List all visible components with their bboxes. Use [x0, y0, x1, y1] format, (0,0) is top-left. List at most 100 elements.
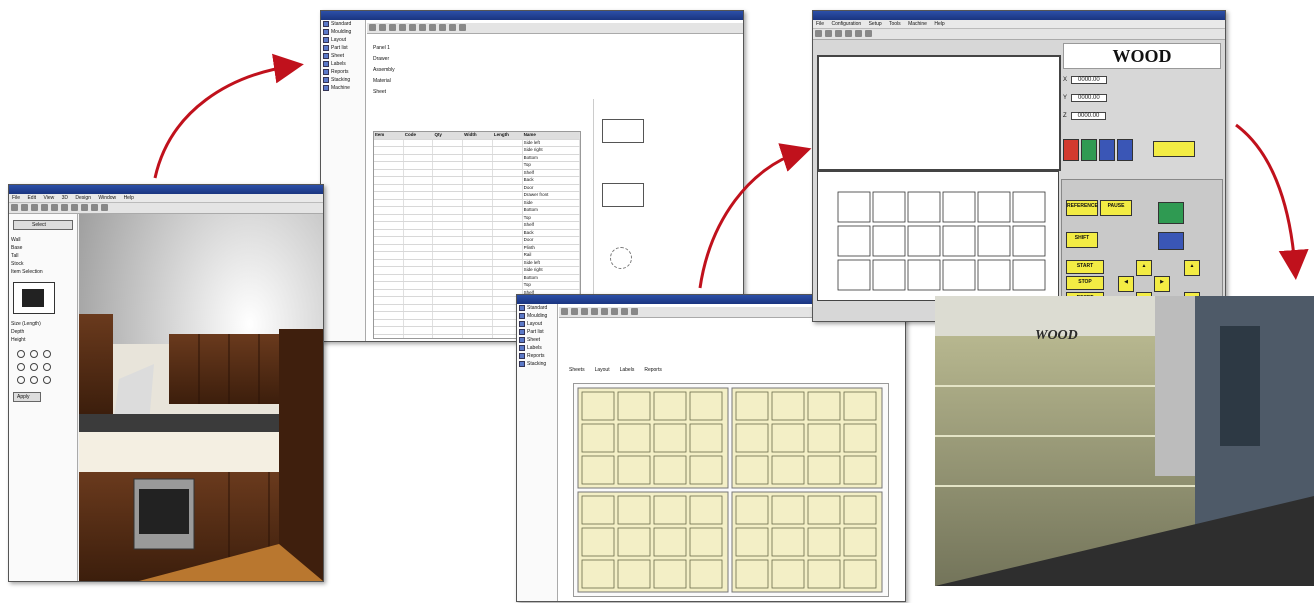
mode-button[interactable] — [1153, 141, 1195, 157]
menu-item[interactable]: 3D — [62, 195, 68, 201]
tool-icon[interactable] — [621, 308, 628, 315]
tool-icon[interactable] — [571, 308, 578, 315]
menu-item[interactable]: View — [43, 195, 54, 201]
tool-icon[interactable] — [855, 30, 862, 37]
nav-item[interactable]: Stacking — [517, 360, 557, 368]
table-row[interactable]: Rail — [374, 252, 580, 260]
tool-icon[interactable] — [815, 30, 822, 37]
menu-item[interactable]: Window — [98, 195, 116, 201]
jog-button[interactable] — [1158, 232, 1184, 250]
tool-icon[interactable] — [601, 308, 608, 315]
menu-item[interactable]: Machine — [908, 21, 927, 27]
tool-icon[interactable] — [369, 24, 376, 31]
tool-icon[interactable] — [865, 30, 872, 37]
tool-icon[interactable] — [561, 308, 568, 315]
table-row[interactable]: Side right — [374, 267, 580, 275]
side-label[interactable]: Wall — [9, 236, 77, 244]
tool-icon[interactable] — [61, 204, 68, 211]
side-label[interactable]: Base — [9, 244, 77, 252]
nav-item[interactable]: Standard — [517, 304, 557, 312]
tool-icon[interactable] — [389, 24, 396, 31]
z-up-button[interactable]: ▲ — [1184, 260, 1200, 276]
menu-item[interactable]: File — [12, 195, 20, 201]
table-row[interactable]: Bottom — [374, 207, 580, 215]
reference-button[interactable]: REFERENCE — [1066, 200, 1098, 216]
tab-labels[interactable]: Labels — [620, 367, 635, 373]
shift-button[interactable]: SHIFT — [1066, 232, 1098, 248]
table-row[interactable]: Back — [374, 229, 580, 237]
tool-icon[interactable] — [399, 24, 406, 31]
table-row[interactable]: Top — [374, 282, 580, 290]
tool-icon[interactable] — [835, 30, 842, 37]
nav-item[interactable]: Reports — [321, 68, 365, 76]
nav-item[interactable]: Stacking — [321, 76, 365, 84]
menu-item[interactable]: Edit — [27, 195, 36, 201]
tool-icon[interactable] — [51, 204, 58, 211]
menu-item[interactable]: Setup — [869, 21, 882, 27]
nav-item[interactable]: Moulding — [321, 28, 365, 36]
table-row[interactable]: Side right — [374, 147, 580, 155]
apply-button[interactable]: Apply — [13, 392, 41, 402]
table-row[interactable]: Side left — [374, 259, 580, 267]
table-row[interactable]: Bottom — [374, 274, 580, 282]
side-label[interactable]: Item Selection — [9, 268, 77, 276]
table-row[interactable]: Shelf — [374, 169, 580, 177]
tool-icon[interactable] — [409, 24, 416, 31]
aux-button[interactable] — [1117, 139, 1133, 161]
nav-item[interactable]: Layout — [517, 320, 557, 328]
tool-icon[interactable] — [101, 204, 108, 211]
table-row[interactable]: Door — [374, 237, 580, 245]
table-row[interactable]: Top — [374, 162, 580, 170]
jog-left-button[interactable]: ◀ — [1118, 276, 1134, 292]
vacuum-button[interactable] — [1099, 139, 1115, 161]
jog-up-button[interactable]: ▲ — [1136, 260, 1152, 276]
start-button[interactable]: START — [1066, 260, 1104, 274]
tool-icon[interactable] — [21, 204, 28, 211]
tool-icon[interactable] — [81, 204, 88, 211]
table-row[interactable]: Door — [374, 184, 580, 192]
stop-button[interactable]: STOP — [1066, 276, 1104, 290]
nav-item[interactable]: Moulding — [517, 312, 557, 320]
program-list[interactable] — [817, 55, 1061, 171]
tool-icon[interactable] — [71, 204, 78, 211]
table-row[interactable]: Plinth — [374, 244, 580, 252]
table-row[interactable]: Drawer front — [374, 192, 580, 200]
side-label[interactable]: Tall — [9, 252, 77, 260]
side-label[interactable]: Stock — [9, 260, 77, 268]
tool-icon[interactable] — [439, 24, 446, 31]
nav-item[interactable]: Layout — [321, 36, 365, 44]
tool-icon[interactable] — [429, 24, 436, 31]
nav-item[interactable]: Part list — [517, 328, 557, 336]
tab-reports[interactable]: Reports — [644, 367, 662, 373]
menu-item[interactable]: Configuration — [831, 21, 861, 27]
tool-icon[interactable] — [11, 204, 18, 211]
nav-item[interactable]: Part list — [321, 44, 365, 52]
table-row[interactable]: Side left — [374, 139, 580, 147]
table-row[interactable]: Shelf — [374, 222, 580, 230]
cycle-start-button[interactable] — [1158, 202, 1184, 224]
tool-icon[interactable] — [449, 24, 456, 31]
menu-item[interactable]: Help — [124, 195, 134, 201]
tool-icon[interactable] — [611, 308, 618, 315]
menu-item[interactable]: Design — [75, 195, 91, 201]
nav-item[interactable]: Reports — [517, 352, 557, 360]
menu-item[interactable]: Tools — [889, 21, 901, 27]
tool-icon[interactable] — [31, 204, 38, 211]
tool-icon[interactable] — [845, 30, 852, 37]
nav-item[interactable]: Sheet — [517, 336, 557, 344]
menu-item[interactable]: Help — [934, 21, 944, 27]
tool-icon[interactable] — [41, 204, 48, 211]
tab-sheets[interactable]: Sheets — [569, 367, 585, 373]
tool-icon[interactable] — [91, 204, 98, 211]
select-button[interactable]: Select — [13, 220, 73, 230]
jog-right-button[interactable]: ▶ — [1154, 276, 1170, 292]
table-row[interactable]: Top — [374, 214, 580, 222]
tool-icon[interactable] — [459, 24, 466, 31]
nav-item[interactable]: Labels — [321, 60, 365, 68]
table-row[interactable]: Back — [374, 177, 580, 185]
tool-icon[interactable] — [419, 24, 426, 31]
tool-icon[interactable] — [379, 24, 386, 31]
pause-button[interactable]: PAUSE — [1100, 200, 1132, 216]
nav-item[interactable]: Machine — [321, 84, 365, 92]
nav-item[interactable]: Standard — [321, 20, 365, 28]
